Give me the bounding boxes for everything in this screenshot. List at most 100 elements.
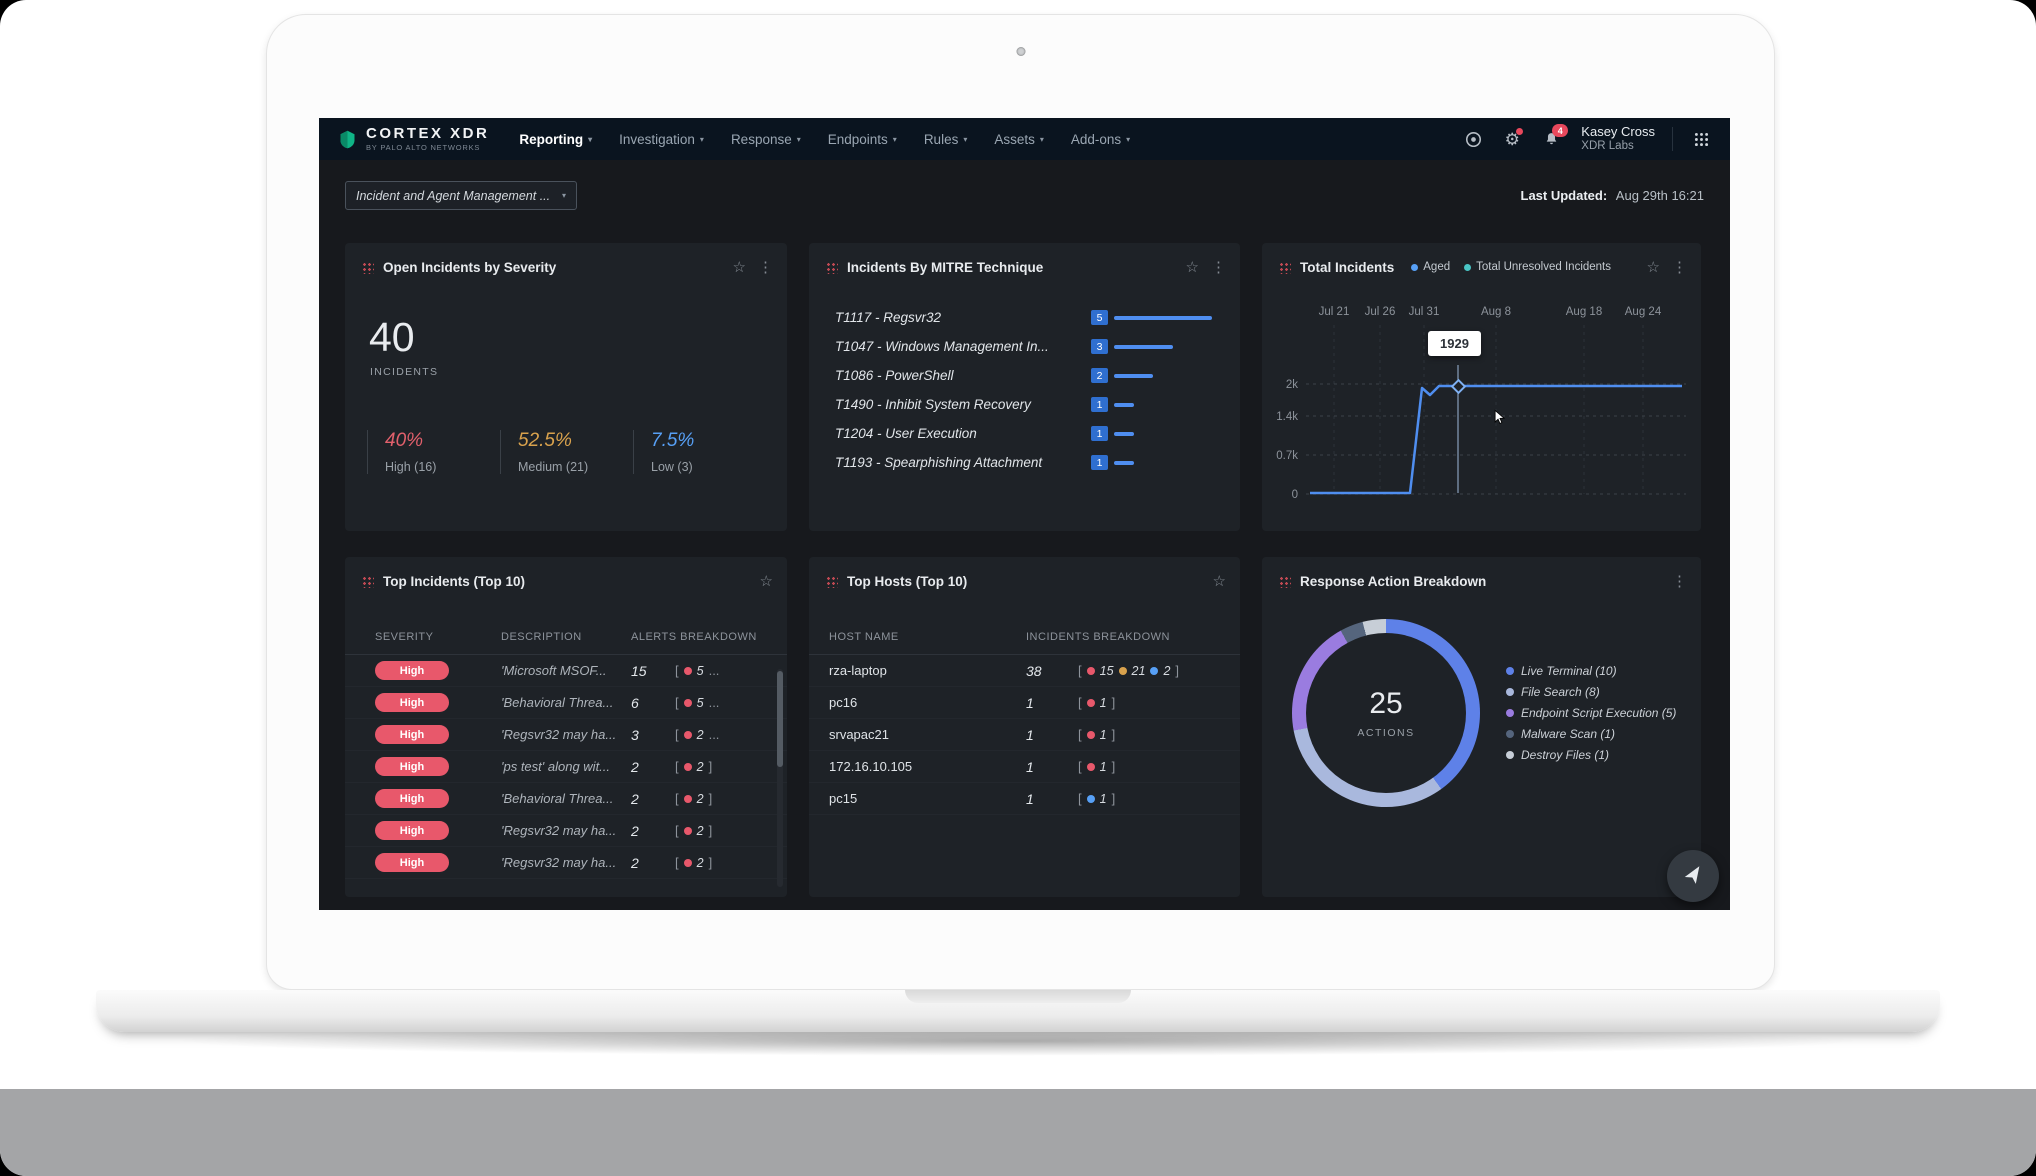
nav-item-endpoints[interactable]: Endpoints ▾ bbox=[828, 132, 897, 147]
bracket-suffix: ] bbox=[1112, 727, 1116, 742]
table-row[interactable]: rza-laptop 38 [ 15 21 2 ] bbox=[809, 655, 1240, 687]
laptop-camera bbox=[1016, 47, 1025, 56]
donut-center: 25 ACTIONS bbox=[1306, 633, 1466, 793]
mitre-technique-row[interactable]: T1086 - PowerShell 2 bbox=[835, 361, 1222, 390]
favorite-star-icon[interactable]: ☆ bbox=[760, 574, 773, 589]
alert-count: 2 bbox=[631, 759, 675, 775]
bracket-open: [ bbox=[675, 791, 679, 806]
cortex-logo[interactable]: CORTEX XDR BY PALO ALTO NETWORKS bbox=[337, 126, 489, 152]
more-options-icon[interactable]: ⋮ bbox=[1672, 574, 1687, 589]
favorite-star-icon[interactable]: ☆ bbox=[733, 260, 746, 275]
more-options-icon[interactable]: ⋮ bbox=[1211, 260, 1226, 275]
nav-item-response[interactable]: Response ▾ bbox=[731, 132, 801, 147]
favorite-star-icon[interactable]: ☆ bbox=[1186, 260, 1199, 275]
legend-item[interactable]: File Search (8) bbox=[1506, 685, 1676, 699]
user-menu[interactable]: Kasey Cross XDR Labs bbox=[1581, 125, 1655, 153]
app-launcher-grid-icon[interactable] bbox=[1690, 128, 1712, 150]
legend-item[interactable]: Malware Scan (1) bbox=[1506, 727, 1676, 741]
table-row[interactable]: pc16 1 [ 1 ] bbox=[809, 687, 1240, 719]
paper-plane-icon bbox=[1680, 863, 1706, 889]
incident-description: 'Regsvr32 may ha... bbox=[501, 855, 631, 870]
nav-item-label: Add-ons bbox=[1071, 132, 1121, 147]
legend-item[interactable]: Endpoint Script Execution (5) bbox=[1506, 706, 1676, 720]
mitre-technique-row[interactable]: T1193 - Spearphishing Attachment 1 bbox=[835, 448, 1222, 477]
nav-item-addons[interactable]: Add-ons ▾ bbox=[1071, 132, 1130, 147]
dot-count: 2 bbox=[697, 824, 704, 838]
assistant-icon[interactable] bbox=[1462, 128, 1484, 150]
table-row[interactable]: High 'Regsvr32 may ha... 2 [ 2 ] bbox=[345, 847, 787, 879]
dashboard-selector[interactable]: Incident and Agent Management ... ▾ bbox=[345, 181, 577, 210]
page-background: CORTEX XDR BY PALO ALTO NETWORKS Reporti… bbox=[0, 0, 2036, 1176]
legend-item[interactable]: Live Terminal (10) bbox=[1506, 664, 1676, 678]
legend-item[interactable]: Destroy Files (1) bbox=[1506, 748, 1676, 762]
table-row[interactable]: High 'Regsvr32 may ha... 2 [ 2 ] bbox=[345, 815, 787, 847]
brand-name: CORTEX XDR bbox=[366, 126, 489, 141]
settings-gear-icon[interactable]: ⚙ bbox=[1501, 128, 1523, 150]
quick-launch-fab[interactable] bbox=[1667, 850, 1719, 902]
bracket-suffix: ] bbox=[709, 823, 713, 838]
bracket-suffix: ] bbox=[1112, 791, 1116, 806]
chevron-down-icon: ▾ bbox=[1040, 135, 1044, 144]
mitre-bar-list: T1117 - Regsvr32 5 T1047 - Windows Manag… bbox=[809, 291, 1240, 477]
table-row[interactable]: 172.16.10.105 1 [ 1 ] bbox=[809, 751, 1240, 783]
favorite-star-icon[interactable]: ☆ bbox=[1213, 574, 1226, 589]
severity-stat-low[interactable]: 7.5% Low (3) bbox=[633, 430, 766, 474]
mitre-technique-row[interactable]: T1047 - Windows Management In... 3 bbox=[835, 332, 1222, 361]
x-tick: Jul 21 bbox=[1319, 306, 1350, 318]
favorite-star-icon[interactable]: ☆ bbox=[1647, 260, 1660, 275]
col-alerts-breakdown: ALERTS BREAKDOWN bbox=[631, 631, 773, 643]
legend-item-aged[interactable]: Aged bbox=[1411, 261, 1450, 273]
severity-stat-high[interactable]: 40% High (16) bbox=[367, 430, 500, 474]
desk-surface bbox=[0, 1089, 2036, 1176]
table-row[interactable]: pc15 1 [ 1 ] bbox=[809, 783, 1240, 815]
alerts-breakdown: [ 2 ] bbox=[675, 791, 773, 806]
severity-stat-medium[interactable]: 52.5% Medium (21) bbox=[500, 430, 633, 474]
card-header: Incidents By MITRE Technique ☆ ⋮ bbox=[809, 243, 1240, 291]
table-row[interactable]: High 'Regsvr32 may ha... 3 [ 2 ... bbox=[345, 719, 787, 751]
table-row[interactable]: srvapac21 1 [ 1 ] bbox=[809, 719, 1240, 751]
more-options-icon[interactable]: ⋮ bbox=[1672, 260, 1687, 275]
nav-item-label: Reporting bbox=[519, 132, 583, 147]
nav-item-investigation[interactable]: Investigation ▾ bbox=[619, 132, 704, 147]
nav-item-assets[interactable]: Assets ▾ bbox=[994, 132, 1044, 147]
response-donut-chart[interactable]: 25 ACTIONS bbox=[1292, 619, 1480, 807]
mitre-technique-row[interactable]: T1204 - User Execution 1 bbox=[835, 419, 1222, 448]
x-tick: Aug 8 bbox=[1481, 306, 1511, 318]
mitre-technique-row[interactable]: T1490 - Inhibit System Recovery 1 bbox=[835, 390, 1222, 419]
legend-label: Aged bbox=[1423, 261, 1450, 273]
chevron-down-icon: ▾ bbox=[797, 135, 801, 144]
nav-item-reporting[interactable]: Reporting ▾ bbox=[519, 132, 592, 147]
alert-count: 3 bbox=[631, 727, 675, 743]
chevron-down-icon: ▾ bbox=[1126, 135, 1130, 144]
notifications-bell-icon[interactable]: 4 bbox=[1540, 128, 1562, 150]
severity-dot bbox=[684, 699, 692, 707]
severity-dot bbox=[684, 859, 692, 867]
card-header: Open Incidents by Severity ☆ ⋮ bbox=[345, 243, 787, 291]
widget-grid-icon bbox=[361, 261, 374, 274]
incident-description: 'Behavioral Threa... bbox=[501, 695, 631, 710]
scrollbar-thumb[interactable] bbox=[777, 671, 783, 767]
card-total-incidents: Total Incidents Aged Total Unresolved In… bbox=[1262, 243, 1701, 531]
nav-item-rules[interactable]: Rules ▾ bbox=[924, 132, 968, 147]
mitre-technique-row[interactable]: T1117 - Regsvr32 5 bbox=[835, 303, 1222, 332]
last-updated-label: Last Updated: bbox=[1521, 188, 1608, 203]
x-tick: Jul 26 bbox=[1365, 306, 1396, 318]
table-row[interactable]: High 'Microsoft MSOF... 15 [ 5 ... bbox=[345, 655, 787, 687]
table-row[interactable]: High 'ps test' along wit... 2 [ 2 ] bbox=[345, 751, 787, 783]
incident-count: 1 bbox=[1026, 759, 1078, 775]
table-row[interactable]: High 'Behavioral Threa... 6 [ 5 ... bbox=[345, 687, 787, 719]
incidents-breakdown: [ 15 21 2 ] bbox=[1078, 663, 1226, 678]
legend-item-unresolved[interactable]: Total Unresolved Incidents bbox=[1464, 261, 1611, 273]
alert-count: 15 bbox=[631, 663, 675, 679]
incident-total: 40 bbox=[369, 317, 787, 358]
line-chart-area[interactable]: Jul 21 Jul 26 Jul 31 Aug 8 Aug 18 Aug 24 bbox=[1262, 291, 1701, 527]
table-row[interactable]: High 'Behavioral Threa... 2 [ 2 ] bbox=[345, 783, 787, 815]
incidents-breakdown: [ 1 ] bbox=[1078, 759, 1226, 774]
severity-pct: 7.5% bbox=[651, 430, 766, 452]
y-tick: 0.7k bbox=[1276, 450, 1298, 462]
alerts-breakdown: [ 2 ] bbox=[675, 855, 773, 870]
chevron-down-icon: ▾ bbox=[963, 135, 967, 144]
scrollbar-track[interactable] bbox=[777, 669, 783, 887]
card-title: Top Incidents (Top 10) bbox=[383, 574, 525, 589]
more-options-icon[interactable]: ⋮ bbox=[758, 260, 773, 275]
